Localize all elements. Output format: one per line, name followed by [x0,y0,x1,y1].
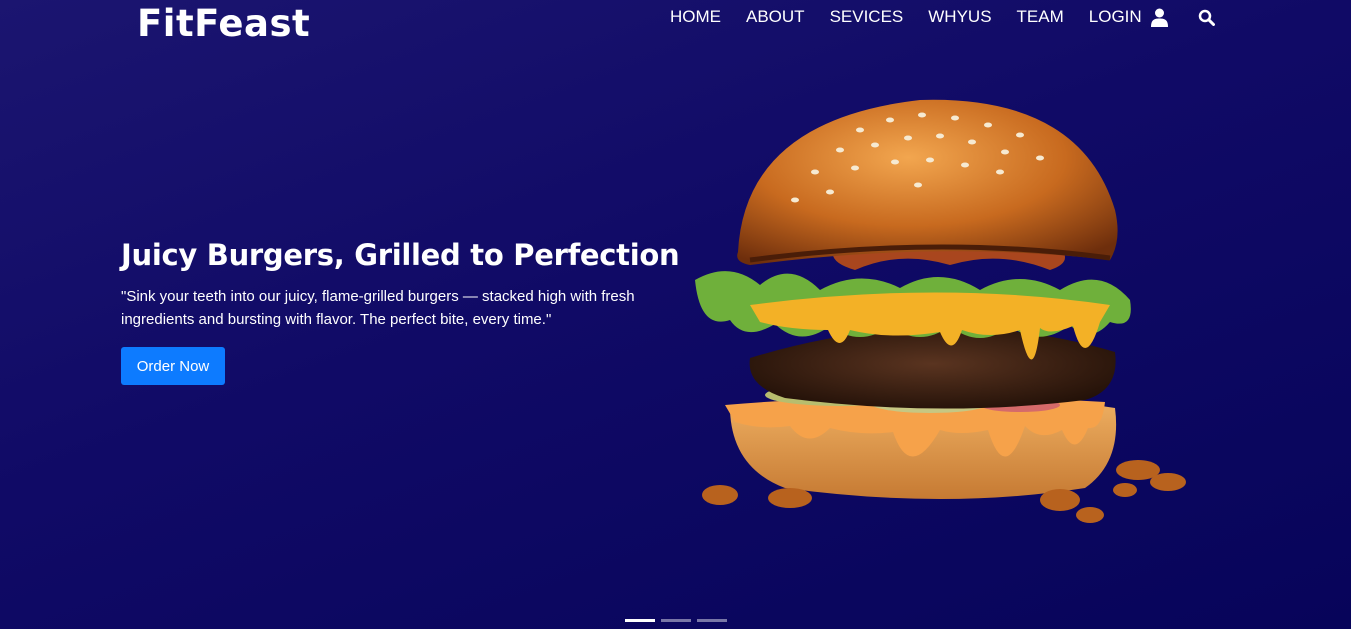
nav-services[interactable]: SEVICES [830,6,904,28]
nav-whyus[interactable]: WHYUS [928,6,991,28]
login-label: LOGIN [1088,7,1142,26]
main-nav: HOME ABOUT SEVICES WHYUS TEAM LOGIN [670,6,1215,28]
brand-logo[interactable]: FitFeast [137,2,310,45]
carousel-indicators [625,619,727,622]
nav-home[interactable]: HOME [670,6,721,28]
burger-image [690,90,1195,535]
nav-team[interactable]: TEAM [1017,6,1064,28]
carousel-indicator-2[interactable] [661,619,691,622]
order-now-button[interactable]: Order Now [121,347,225,385]
carousel-indicator-3[interactable] [697,619,727,622]
hero-description: "Sink your teeth into our juicy, flame-g… [121,288,635,328]
nav-about[interactable]: ABOUT [746,6,805,28]
search-icon[interactable] [1198,9,1215,26]
hero-title: Juicy Burgers, Grilled to Perfection [121,238,680,272]
user-icon [1150,8,1168,27]
carousel-indicator-1[interactable] [625,619,655,622]
login-link[interactable]: LOGIN [1089,6,1168,28]
